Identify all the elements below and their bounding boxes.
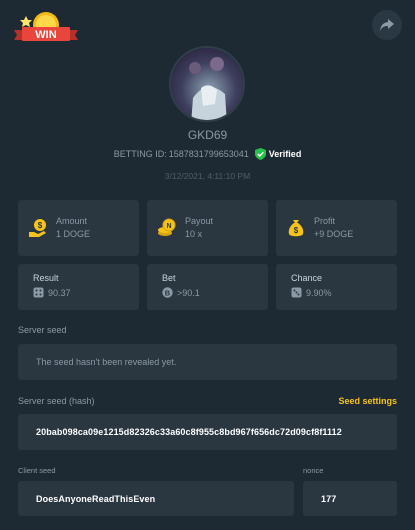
seed-settings-link[interactable]: Seed settings [338, 396, 397, 406]
win-ribbon-icon: WIN [14, 12, 78, 41]
chance-label: Chance [291, 273, 323, 283]
nonce-field[interactable]: 177 [303, 481, 397, 516]
result-card: Result 90.37 [18, 264, 139, 310]
bitcoin-icon: B [162, 287, 173, 298]
avatar [169, 46, 245, 122]
bet-timestamp: 3/12/2021, 4:11:10 PM [164, 171, 251, 181]
betting-id-row: BETTING ID: 1587831799653041 Verified [0, 148, 415, 160]
server-seed-hash-field[interactable]: 20bab098ca09e1215d82326c33a60c8f955c8bd9… [18, 414, 397, 450]
shield-check-icon [254, 148, 266, 160]
dice-icon [291, 287, 302, 298]
money-bag-icon: $ [288, 220, 304, 237]
svg-text:B: B [165, 288, 171, 297]
profit-card: $ Profit +9 DOGE [276, 200, 397, 256]
server-seed-hash-label: Server seed (hash) [18, 396, 95, 406]
payout-value: 10 x [185, 229, 203, 239]
amount-card: $ Amount 1 DOGE [18, 200, 139, 256]
coins-stack-icon: N [158, 218, 176, 236]
nonce-label: nonce [303, 466, 324, 475]
server-seed-field: The seed hasn't been revealed yet. [18, 344, 397, 380]
username: GKD69 [187, 128, 228, 142]
profit-label: Profit [314, 216, 336, 226]
verified-status: Verified [254, 148, 302, 160]
dice-icon [33, 287, 44, 298]
payout-card: N Payout 10 x [147, 200, 268, 256]
bet-card: Bet B >90.1 [147, 264, 268, 310]
svg-text:$: $ [294, 226, 299, 235]
chance-value: 9.90% [306, 287, 332, 298]
svg-text:$: $ [38, 221, 43, 230]
bet-value: >90.1 [177, 287, 200, 298]
client-seed-label: Client seed [18, 466, 56, 475]
betting-id-label: BETTING ID: [113, 149, 167, 159]
server-seed-label: Server seed [18, 325, 67, 335]
chance-card: Chance 9.90% [276, 264, 397, 310]
amount-label: Amount [56, 216, 88, 226]
win-badge-label: WIN [35, 29, 56, 41]
betting-id: 1587831799653041 [168, 149, 249, 159]
verified-label: Verified [268, 149, 302, 159]
share-button[interactable] [372, 10, 402, 40]
bet-label: Bet [162, 273, 176, 283]
client-seed-field[interactable]: DoesAnyoneReadThisEven [18, 481, 294, 516]
amount-value: 1 DOGE [56, 229, 91, 239]
payout-label: Payout [185, 216, 214, 226]
profit-value: +9 DOGE [314, 229, 354, 239]
win-badge: WIN [10, 8, 86, 50]
result-value: 90.37 [48, 287, 71, 298]
coin-hand-icon: $ [29, 219, 46, 237]
share-arrow-icon [380, 19, 394, 31]
result-label: Result [33, 273, 59, 283]
svg-text:N: N [166, 223, 171, 230]
